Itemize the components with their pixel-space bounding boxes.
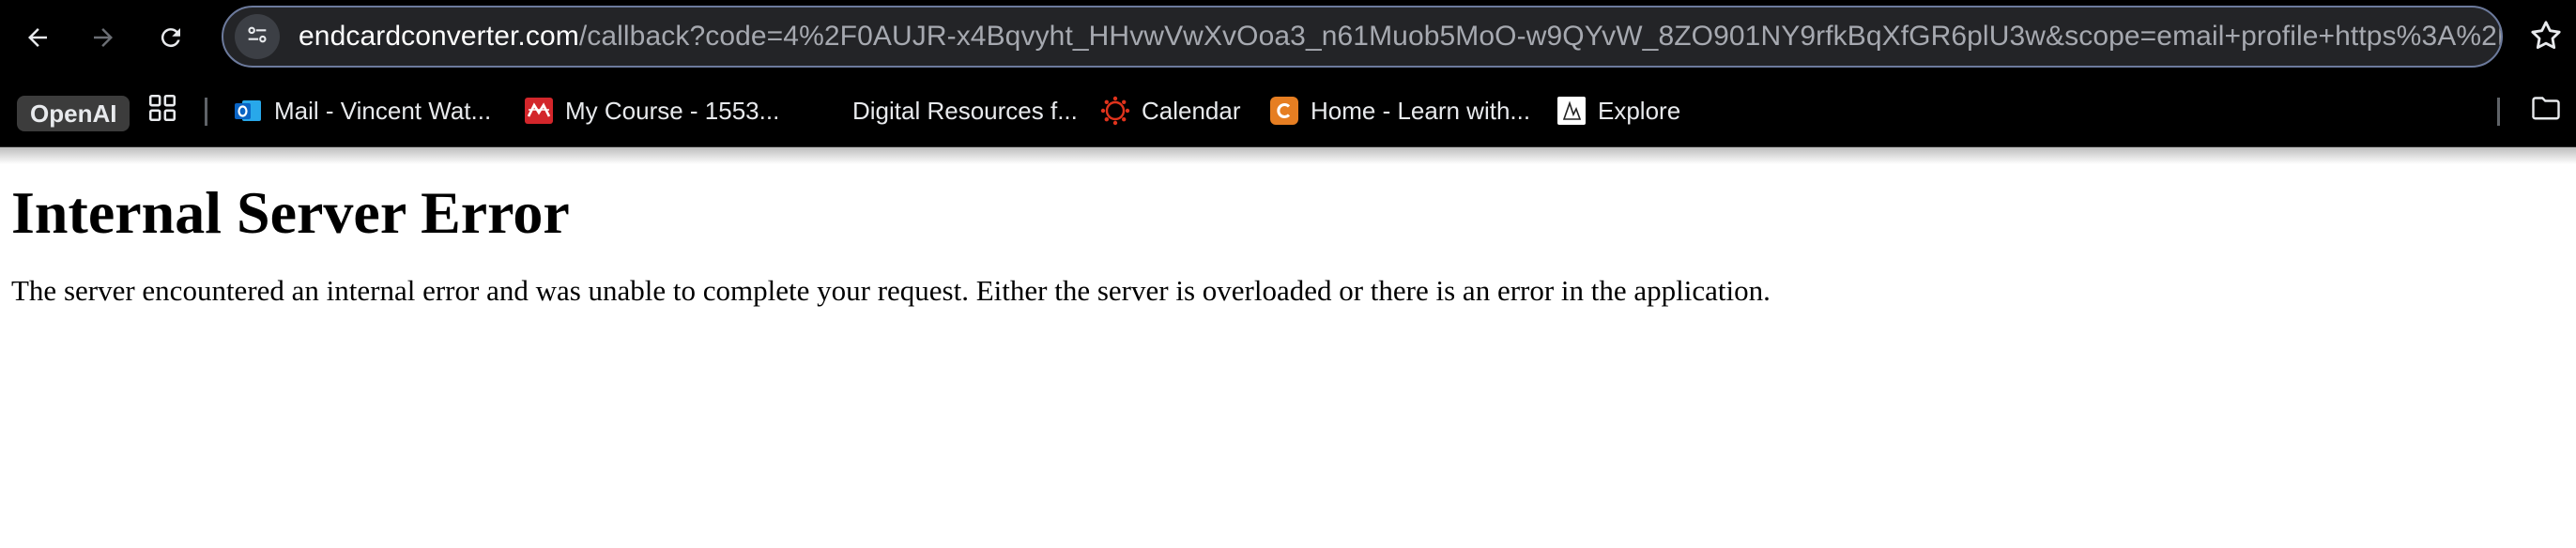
page-content: Internal Server Error The server encount… xyxy=(0,174,2576,308)
bookmark-openai[interactable]: OpenAI xyxy=(17,96,130,131)
bookmark-label: Home - Learn with... xyxy=(1311,96,1531,125)
bookmark-label: Mail - Vincent Wat... xyxy=(274,96,492,125)
bookmark-my-course[interactable]: My Course - 1553... xyxy=(524,88,779,133)
apps-button[interactable] xyxy=(146,88,178,133)
back-button[interactable] xyxy=(13,13,62,62)
forward-button[interactable] xyxy=(79,13,128,62)
bookmark-explore[interactable]: Explore xyxy=(1556,88,1680,133)
browser-chrome: endcardconverter.com/callback?code=4%2F0… xyxy=(0,0,2576,147)
url-text[interactable]: endcardconverter.com/callback?code=4%2F0… xyxy=(299,21,2501,53)
explore-doc-icon xyxy=(1556,96,1587,126)
bookmarks-separator xyxy=(2497,98,2500,126)
site-info-icon xyxy=(244,22,270,53)
back-arrow-icon xyxy=(23,23,52,52)
folder-icon xyxy=(2529,91,2563,131)
canvas-calendar-icon xyxy=(1100,96,1130,126)
error-message: The server encountered an internal error… xyxy=(11,274,1771,308)
bookmark-label: My Course - 1553... xyxy=(565,96,780,125)
bookmarks-bar: OpenAI Mail - Vincent Wat... My Course -… xyxy=(0,75,2576,147)
coursera-c-icon xyxy=(1269,96,1299,126)
bookmark-label: Explore xyxy=(1598,96,1681,125)
forward-arrow-icon xyxy=(89,23,117,52)
address-bar[interactable]: endcardconverter.com/callback?code=4%2F0… xyxy=(222,6,2503,68)
bookmark-digital-resources[interactable]: Digital Resources f... xyxy=(852,88,1078,133)
outlook-icon xyxy=(233,96,263,126)
star-icon xyxy=(2527,21,2565,58)
bookmark-label: Digital Resources f... xyxy=(852,96,1078,125)
bookmark-home-learn[interactable]: Home - Learn with... xyxy=(1269,88,1530,133)
reload-icon xyxy=(157,23,185,52)
bookmarks-separator xyxy=(205,98,207,126)
toolbar-shadow xyxy=(0,147,2576,164)
reload-button[interactable] xyxy=(146,13,195,62)
url-path: /callback?code=4%2F0AUJR-x4Bqvyht_HHvwVw… xyxy=(578,21,2501,52)
page-title: Internal Server Error xyxy=(11,179,570,246)
bookmark-star-button[interactable] xyxy=(2527,17,2565,59)
bookmark-mail[interactable]: Mail - Vincent Wat... xyxy=(233,88,491,133)
browser-toolbar: endcardconverter.com/callback?code=4%2F0… xyxy=(0,0,2576,75)
site-info-button[interactable] xyxy=(235,14,280,59)
bookmark-calendar[interactable]: Calendar xyxy=(1100,88,1241,133)
apps-grid-icon xyxy=(146,92,178,130)
url-host: endcardconverter.com xyxy=(299,21,579,52)
mcgraw-icon xyxy=(524,96,554,126)
other-bookmarks-button[interactable] xyxy=(2529,88,2563,133)
bookmark-label: Calendar xyxy=(1142,96,1241,125)
